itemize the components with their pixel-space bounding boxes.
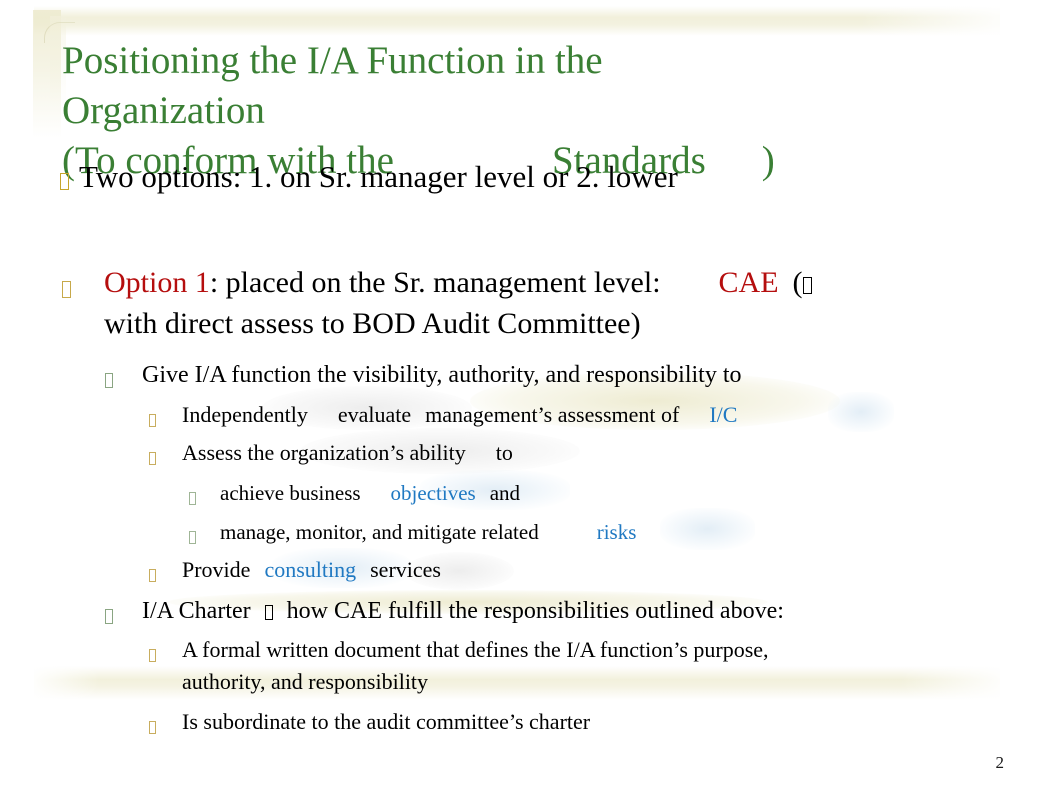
missing-glyph-box-icon <box>189 477 196 515</box>
missing-glyph-box-icon <box>189 516 196 554</box>
link-objectives[interactable]: objectives <box>391 481 476 505</box>
top-band-right-fade <box>860 4 1010 38</box>
link-consulting[interactable]: consulting <box>264 557 356 582</box>
assess-part-1: Assess the organization’s ability <box>182 440 466 465</box>
independently-part-1: Independently <box>182 402 308 427</box>
subordinate-text: Is subordinate to the audit committee’s … <box>182 709 591 734</box>
formal-doc-line-1: A formal written document that defines t… <box>182 637 769 662</box>
missing-glyph-box-icon <box>149 706 156 744</box>
independently-part-2: evaluate <box>337 402 412 427</box>
bullet-manage-risks: manage, monitor, and mitigate related ris… <box>189 513 637 551</box>
highlight-blob-risks <box>660 508 755 550</box>
highlight-blob-ic <box>828 392 894 432</box>
manage-part-1: manage, monitor, and mitigate related <box>220 520 539 544</box>
assess-part-2: to <box>495 440 513 465</box>
overlay-textbox-two-options: Two options: 1. on Sr. manager level or … <box>60 158 678 196</box>
missing-glyph-box-icon <box>149 399 156 437</box>
bullet-option-1: Option 1: placed on the Sr. management l… <box>62 262 1004 344</box>
link-ic[interactable]: I/C <box>709 402 737 427</box>
cae-label: CAE <box>718 266 779 299</box>
middle-band-left-fade <box>30 664 100 702</box>
missing-glyph-box-icon <box>149 554 156 592</box>
give-text: Give I/A function the visibility, author… <box>142 362 742 388</box>
provide-part-1: Provide <box>182 557 251 582</box>
missing-glyph-box-icon <box>105 360 113 398</box>
missing-glyph-arrow-icon <box>264 598 273 624</box>
bullet-ia-charter: I/A Charter how CAE fulfill the responsib… <box>105 592 784 630</box>
formal-doc-line-2: authority, and responsibility <box>182 669 429 694</box>
option-1-line-2: with direct assess to BOD Audit Committe… <box>104 307 641 340</box>
bullet-achieve-objectives: achieve business objectives and <box>189 474 521 512</box>
page-number: 2 <box>995 753 1005 772</box>
missing-glyph-box-icon <box>149 437 156 475</box>
option-1-text: : placed on the Sr. management level: <box>209 266 661 299</box>
bullet-independently-evaluate: Independently evaluate management’s assess… <box>149 396 737 434</box>
presentation-slide: Positioning the I/A Function in the Orga… <box>0 0 1062 797</box>
missing-glyph-box-icon <box>60 160 69 195</box>
achieve-part-1: achieve business <box>220 481 361 505</box>
bullet-formal-document: A formal written document that defines t… <box>149 634 922 698</box>
bullet-is-subordinate: Is subordinate to the audit committee’s … <box>149 703 591 741</box>
bullet-provide-consulting: Provide consulting services <box>149 551 441 589</box>
missing-glyph-box-icon <box>62 266 71 307</box>
top-decorative-band <box>34 6 1000 36</box>
missing-glyph-arrow-icon <box>802 266 812 299</box>
bullet-give-ia-function: Give I/A function the visibility, author… <box>105 356 742 394</box>
charter-part-2: how CAE fulfill the responsibilities out… <box>286 598 784 624</box>
link-risks[interactable]: risks <box>597 520 637 544</box>
option-1-paren: ( <box>792 266 803 299</box>
bullet-assess-ability: Assess the organization’s ability to <box>149 434 513 472</box>
missing-glyph-box-icon <box>105 596 113 634</box>
overlay-text: Two options: 1. on Sr. manager level or … <box>79 159 678 194</box>
provide-part-2: services <box>370 557 441 582</box>
missing-glyph-box-icon <box>149 637 156 669</box>
title-line-1: Positioning the I/A Function in the <box>62 39 603 82</box>
title-line-2: Organization <box>62 89 265 132</box>
title-line-3-suffix: ) <box>761 139 775 182</box>
charter-part-1: I/A Charter <box>142 598 251 624</box>
independently-part-3: management’s assessment of <box>425 402 680 427</box>
option-1-label: Option 1 <box>104 266 210 299</box>
left-decorative-band <box>33 10 61 138</box>
achieve-part-2: and <box>489 481 521 505</box>
